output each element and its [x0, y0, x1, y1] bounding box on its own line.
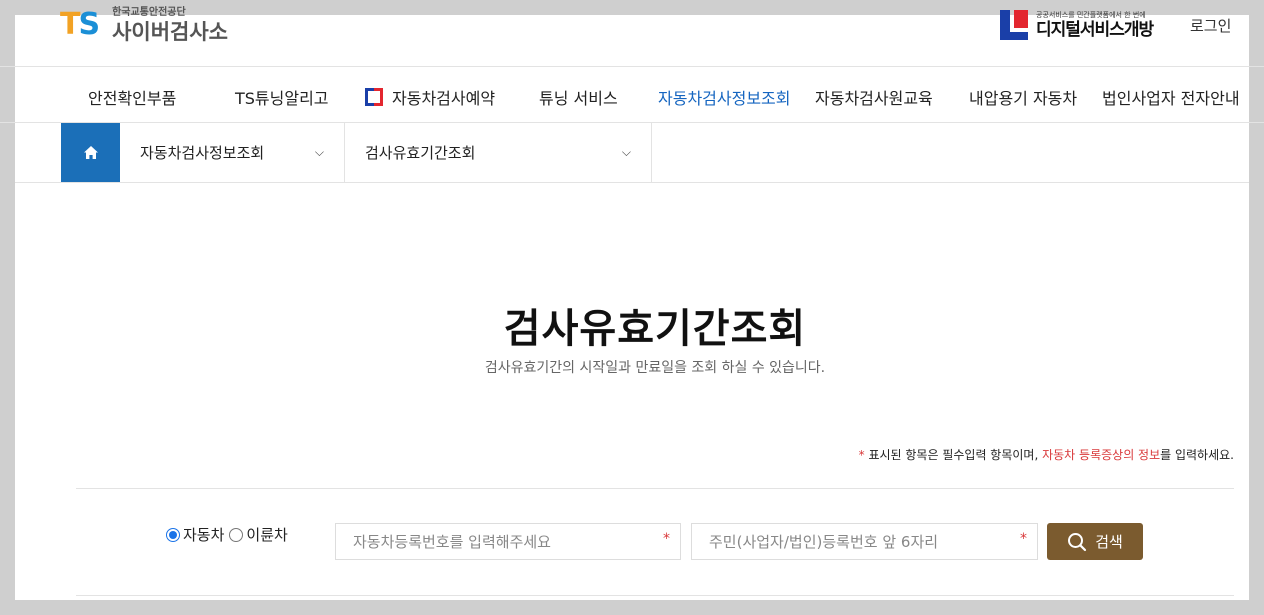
chevron-down-icon: ⌵ — [621, 145, 631, 159]
logo-mark-t: T — [60, 7, 81, 42]
gnb-item-pressure-vessel[interactable]: 내압용기 자동차 — [969, 85, 1077, 109]
notice-highlight: 자동차 등록증상의 정보 — [1042, 448, 1161, 462]
gnb-item-label: TS튜닝알리고 — [235, 89, 329, 108]
location-depth2-select[interactable]: 검사유효기간조회 ⌵ — [345, 123, 652, 182]
gnb-item-inspection-reservation[interactable]: 자동차검사예약 — [365, 85, 495, 109]
gnb-item-inspector-education[interactable]: 자동차검사원교육 — [815, 85, 933, 109]
required-notice: * 표시된 항목은 필수입력 항목이며, 자동차 등록증상의 정보를 입력하세요… — [859, 446, 1234, 463]
logo-text: 한국교통안전공단 사이버검사소 — [112, 6, 228, 44]
required-mark: * — [663, 531, 670, 547]
radio-car-label[interactable]: 자동차 — [183, 524, 224, 545]
gnb-item-ts-tuning[interactable]: TS튜닝알리고 — [235, 85, 329, 109]
login-link[interactable]: 로그인 — [1190, 15, 1231, 36]
gnb-item-label: 내압용기 자동차 — [969, 89, 1078, 108]
location-depth1-label: 자동차검사정보조회 — [140, 144, 265, 162]
location-bar: 자동차검사정보조회 ⌵ 검사유효기간조회 ⌵ — [61, 123, 652, 182]
radio-motorcycle-label[interactable]: 이륜차 — [246, 524, 287, 545]
location-depth1-select[interactable]: 자동차검사정보조회 ⌵ — [120, 123, 345, 182]
search-button-label: 검색 — [1095, 533, 1123, 551]
form-top-divider — [76, 488, 1234, 489]
digital-service-logo[interactable]: 공공서비스를 민간플랫폼에서 한 번에 디지털서비스개방 — [1000, 10, 1154, 40]
notice-text-2: 를 입력하세요. — [1160, 448, 1234, 462]
registration-number-input[interactable] — [336, 524, 680, 559]
page-title: 검사유효기간조회 — [503, 306, 807, 352]
gnb-item-label: 튜닝 서비스 — [539, 89, 618, 108]
digital-service-text: 공공서비스를 민간플랫폼에서 한 번에 디지털서비스개방 — [1036, 10, 1154, 40]
bracket-logo-icon — [365, 88, 383, 106]
location-depth2-label: 검사유효기간조회 — [365, 144, 476, 162]
home-icon — [83, 146, 98, 159]
gnb-item-inspection-info[interactable]: 자동차검사정보조회 — [658, 85, 790, 109]
notice-text-1: 표시된 항목은 필수입력 항목이며, — [864, 448, 1043, 462]
chevron-down-icon: ⌵ — [314, 145, 324, 159]
gnb-item-tuning-service[interactable]: 튜닝 서비스 — [539, 85, 618, 109]
id-number-field: * — [691, 523, 1038, 560]
gnb-item-label: 법인사업자 전자안내 — [1102, 89, 1240, 108]
page-subtitle: 검사유효기간의 시작일과 만료일을 조회 하실 수 있습니다. — [484, 360, 826, 376]
site-logo[interactable]: TS 한국교통안전공단 사이버검사소 — [60, 3, 228, 47]
search-icon — [1068, 532, 1087, 551]
search-button[interactable]: 검색 — [1047, 523, 1143, 560]
ts-logo-mark: TS — [60, 7, 100, 42]
location-divider — [15, 182, 1249, 183]
digital-service-small-text: 공공서비스를 민간플랫폼에서 한 번에 — [1036, 10, 1146, 19]
digital-service-icon — [1000, 10, 1028, 40]
gnb-item-label: 자동차검사원교육 — [815, 89, 933, 108]
id-number-input[interactable] — [692, 524, 1037, 559]
gnb-item-corporate-notice[interactable]: 법인사업자 전자안내 — [1102, 85, 1240, 109]
global-nav: 안전확인부품 TS튜닝알리고 자동차검사예약 튜닝 서비스 자동차검사정보조회 … — [0, 67, 1264, 123]
form-bottom-divider — [76, 595, 1234, 596]
gnb-item-label: 자동차검사정보조회 — [658, 89, 791, 108]
org-name: 한국교통안전공단 — [112, 6, 186, 18]
digital-service-big-text: 디지털서비스개방 — [1036, 19, 1154, 40]
registration-number-field: * — [335, 523, 681, 560]
home-button[interactable] — [61, 123, 120, 182]
site-name: 사이버검사소 — [112, 19, 228, 44]
gnb-item-label: 안전확인부품 — [88, 89, 177, 108]
gnb-item-safety-parts[interactable]: 안전확인부품 — [88, 85, 176, 109]
radio-car[interactable] — [166, 527, 180, 542]
gnb-item-label: 자동차검사예약 — [392, 89, 496, 108]
logo-mark-s: S — [78, 7, 100, 42]
vehicle-type-radio-group: 자동차 이륜차 — [166, 524, 293, 545]
radio-motorcycle[interactable] — [229, 527, 244, 542]
required-mark: * — [1020, 531, 1027, 547]
